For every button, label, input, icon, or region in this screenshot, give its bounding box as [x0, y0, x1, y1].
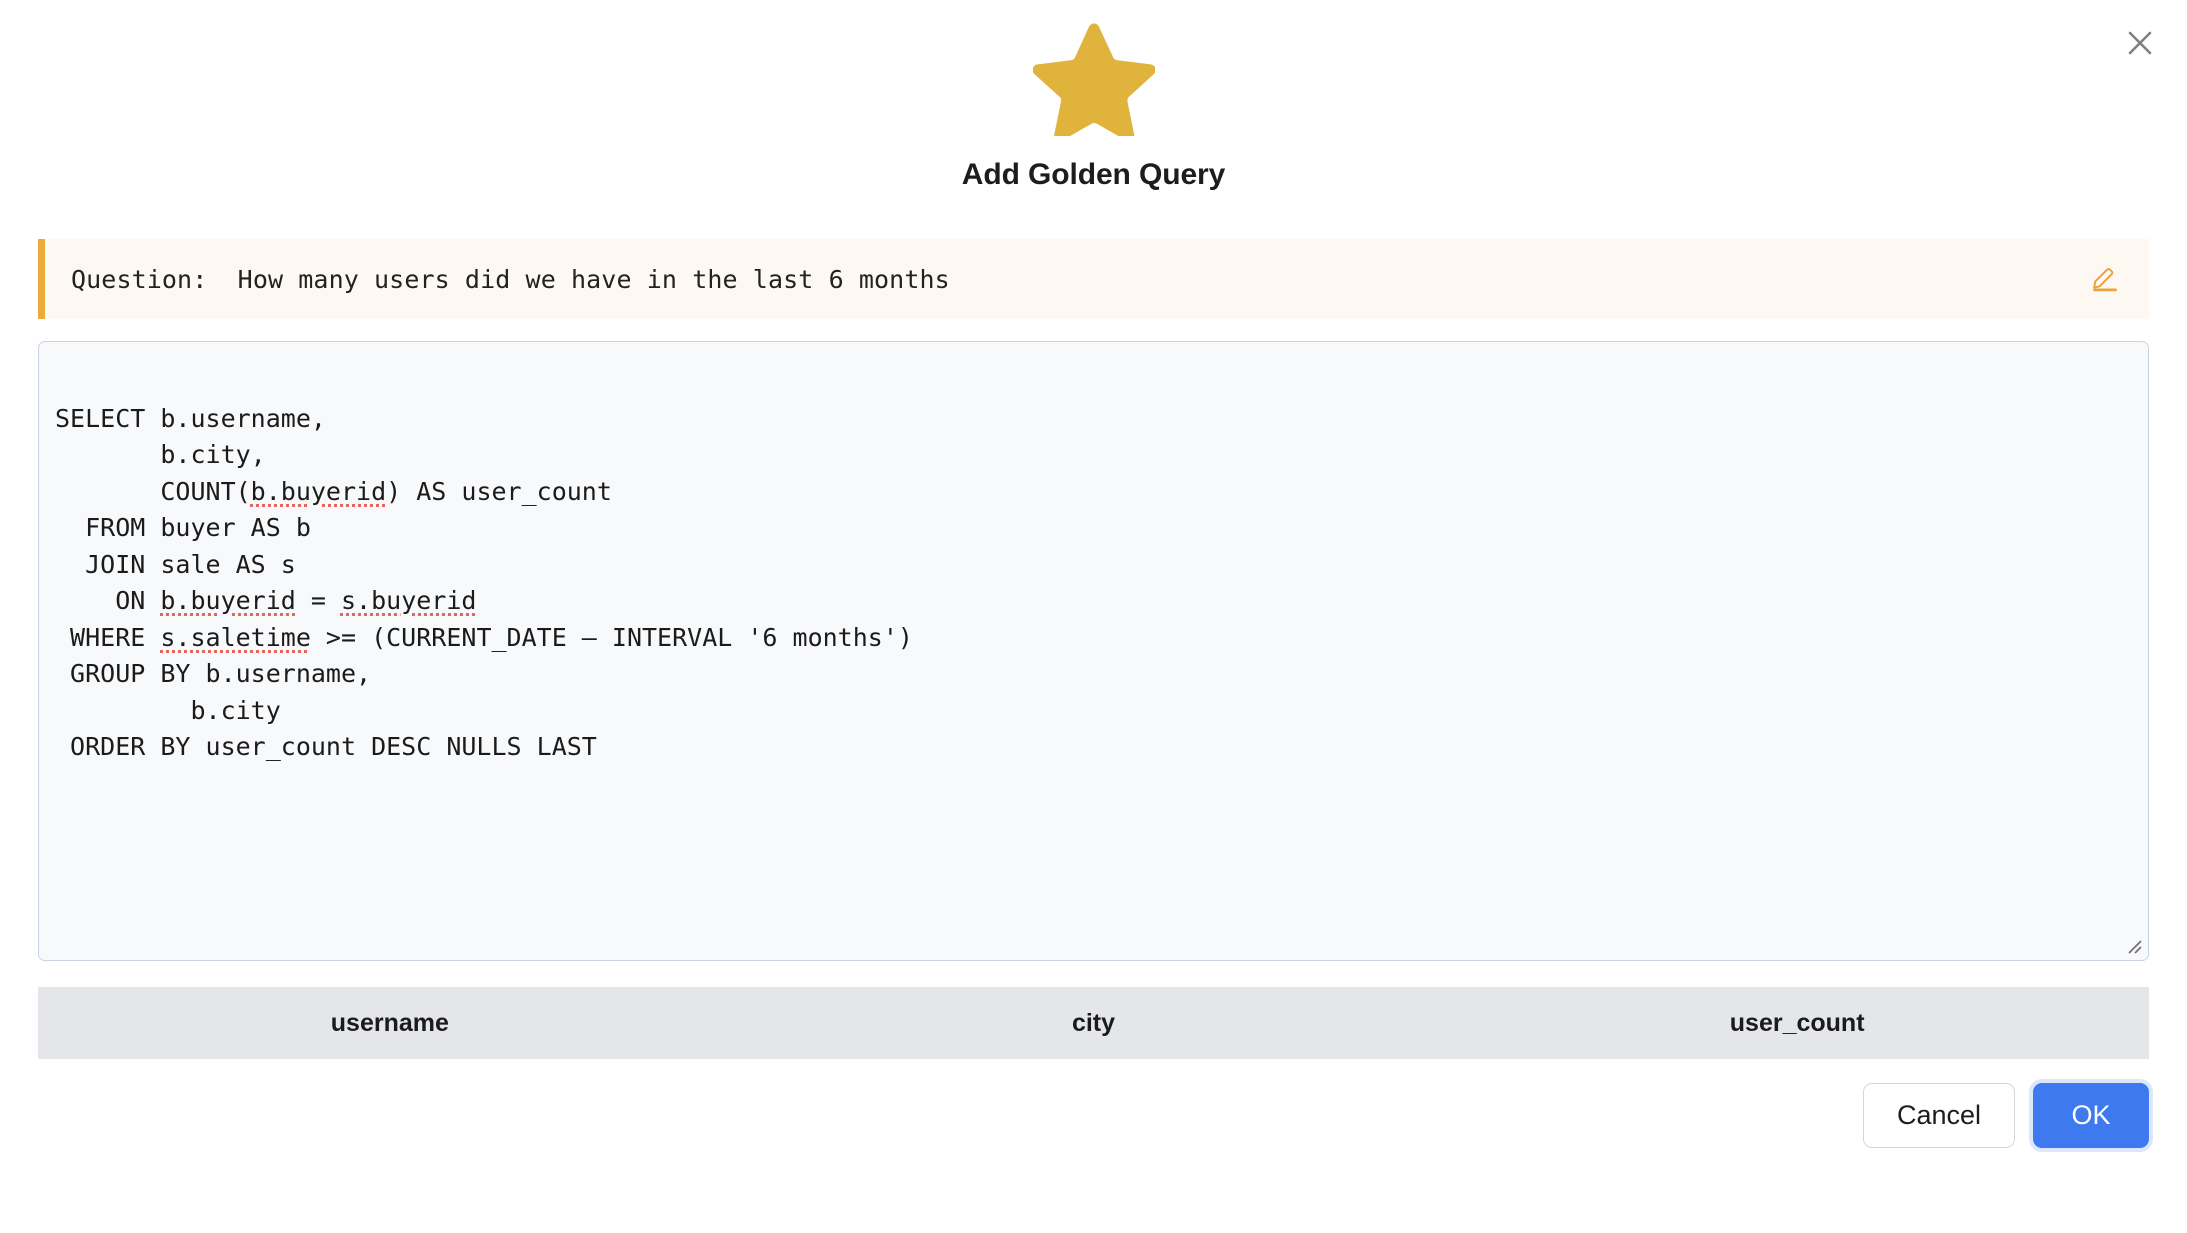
- sql-token-misspelled: b.buyerid: [160, 586, 296, 615]
- sql-line: JOIN sale AS s: [55, 549, 296, 579]
- page-title: Add Golden Query: [961, 158, 1226, 191]
- edit-question-button[interactable]: [2083, 264, 2127, 295]
- sql-token-misspelled: b.buyerid: [250, 476, 387, 506]
- dialog-header: Add Golden Query: [0, 0, 2187, 191]
- textarea-resize-handle[interactable]: [2124, 936, 2142, 954]
- sql-token-misspelled: s.saletime: [160, 622, 311, 652]
- sql-line: WHERE s.saletime >= (CURRENT_DATE – INTE…: [55, 622, 913, 652]
- table-header-row: username city user_count: [38, 987, 2149, 1059]
- question-banner: Question: How many users did we have in …: [38, 239, 2149, 319]
- sql-line: GROUP BY b.username,: [55, 659, 372, 688]
- star-icon: [1032, 20, 1155, 136]
- column-header-username[interactable]: username: [38, 987, 742, 1059]
- column-header-user-count[interactable]: user_count: [1445, 987, 2149, 1059]
- sql-line: FROM buyer AS b: [55, 513, 311, 542]
- sql-line: ORDER BY user_count DESC NULLS LAST: [55, 732, 597, 761]
- cancel-button[interactable]: Cancel: [1863, 1083, 2015, 1148]
- sql-line: b.city: [55, 695, 281, 725]
- sql-query-textarea[interactable]: SELECT b.username, b.city, COUNT(b.buyer…: [38, 341, 2149, 961]
- sql-line: ON b.buyerid = s.buyerid: [55, 586, 477, 615]
- results-table-header: username city user_count: [38, 987, 2149, 1059]
- close-icon-button[interactable]: [2115, 18, 2165, 68]
- sql-line: SELECT b.username,: [55, 403, 326, 433]
- results-table: username city user_count: [38, 987, 2149, 1059]
- add-golden-query-dialog: Add Golden Query Question: How many user…: [0, 0, 2187, 1233]
- column-header-city[interactable]: city: [742, 987, 1446, 1059]
- sql-line: COUNT(b.buyerid) AS user_count: [55, 476, 612, 506]
- edit-pencil-icon: [2091, 264, 2119, 295]
- ok-button[interactable]: OK: [2033, 1083, 2149, 1148]
- dialog-footer: Cancel OK: [0, 1083, 2187, 1148]
- question-text: Question: How many users did we have in …: [71, 264, 950, 294]
- close-icon: [2125, 28, 2155, 58]
- sql-editor-wrapper: SELECT b.username, b.city, COUNT(b.buyer…: [38, 341, 2149, 961]
- sql-token-misspelled: s.buyerid: [340, 586, 477, 615]
- sql-line: b.city,: [55, 440, 266, 469]
